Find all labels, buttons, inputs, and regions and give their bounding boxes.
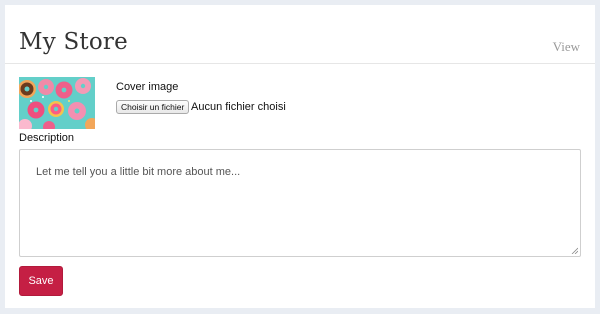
- choose-file-button[interactable]: Choisir un fichier: [116, 100, 190, 114]
- description-label: Description: [19, 132, 75, 144]
- store-title: My Store: [19, 29, 128, 55]
- cover-image-thumbnail: [19, 77, 95, 129]
- cover-image-label: Cover image: [116, 81, 179, 93]
- view-link[interactable]: View: [553, 39, 580, 55]
- resize-handle-icon[interactable]: [571, 247, 578, 254]
- file-status-text: Aucun fichier choisi: [191, 101, 286, 113]
- description-placeholder: Let me tell you a little bit more about …: [36, 166, 241, 178]
- store-card: My Store View Cover image Choisir un fic…: [5, 5, 595, 308]
- donuts-photo-icon: [19, 77, 95, 129]
- card-header: My Store View: [5, 5, 595, 64]
- save-button[interactable]: Save: [19, 266, 63, 296]
- description-textarea[interactable]: Let me tell you a little bit more about …: [19, 149, 581, 257]
